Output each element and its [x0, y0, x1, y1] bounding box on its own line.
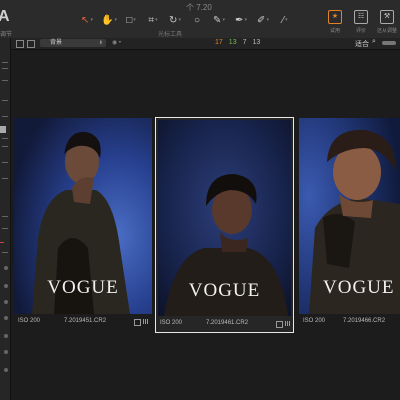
left-tool-strip — [0, 38, 11, 400]
adjust-icon[interactable]: A — [0, 8, 10, 26]
count-total[interactable]: 13 — [253, 39, 261, 46]
slider-knob[interactable] — [4, 368, 8, 372]
rating-button[interactable]: ☷ 评价 — [352, 10, 370, 34]
divider — [2, 80, 8, 81]
divider — [2, 252, 8, 253]
count-grey[interactable]: 7 — [243, 39, 247, 46]
trial-button[interactable]: ★ 试用 — [326, 10, 344, 34]
divider — [2, 62, 8, 63]
top-toolbar: A 调节 个 7.20 ↖ ▾ ✋ ▾ □ ▾ ⌗ ▾ ↻ ▾ ○ ✎ ▾ ✒ ▾ ✐ ▾ ⁄ ▾… — [0, 0, 400, 39]
circle-tool-icon[interactable]: ○ — [188, 12, 206, 28]
tools-icon: ⚒ — [380, 10, 394, 24]
trial-label: 试用 — [329, 28, 340, 34]
pan-tool-icon[interactable]: ✋ ▾ — [100, 12, 118, 28]
pointer-tool-icon[interactable]: ↖ ▾ — [78, 12, 96, 28]
browser-filter-bar: 背景 ⬍ ◉ • 17 13 7 13 适合 ⌕ — [10, 38, 400, 50]
count-green[interactable]: 13 — [229, 39, 237, 46]
divider — [2, 178, 8, 179]
divider — [2, 216, 8, 217]
slider-knob[interactable] — [4, 300, 8, 304]
thumbnail-meta: ISO 200 7.2019466.CR2 — [303, 318, 400, 328]
iso-value: ISO 200 — [160, 320, 183, 326]
pen-tool-icon[interactable]: ✒ ▾ — [232, 12, 250, 28]
photo-image[interactable]: VOGUE — [158, 120, 291, 316]
crop-tool-icon[interactable]: ⌗ ▾ — [144, 12, 162, 28]
brush-tool-icon[interactable]: ✎ ▾ — [210, 12, 228, 28]
cursor-tool-group: ↖ ▾ ✋ ▾ □ ▾ ⌗ ▾ ↻ ▾ ○ ✎ ▾ ✒ ▾ ✐ ▾ ⁄ ▾ — [78, 12, 294, 28]
divider — [2, 138, 8, 139]
slider-knob[interactable] — [4, 334, 8, 338]
view-mode-icon[interactable] — [27, 40, 35, 48]
adjustment-button[interactable]: ⚒ 还从调整 — [377, 10, 398, 34]
filter-options[interactable]: ◉ • — [112, 39, 121, 46]
rating-icon: ☷ — [354, 10, 368, 24]
adjust-label: 调节 — [0, 32, 13, 38]
select-checkbox[interactable] — [276, 321, 283, 328]
zoom-icon[interactable]: ⌕ — [372, 38, 376, 46]
photo-image[interactable]: VOGUE — [14, 118, 152, 314]
select-checkbox[interactable] — [134, 319, 141, 326]
rating-label: 评价 — [355, 28, 366, 34]
filename: 7.2019451.CR2 — [64, 318, 107, 324]
slider-knob[interactable] — [4, 316, 8, 320]
filename: 7.2019466.CR2 — [343, 318, 386, 324]
red-indicator — [0, 242, 4, 243]
cursor-tools-label: 光标工具 — [158, 32, 183, 38]
image-browser: VOGUE ISO 200 7.2019451.CR2 VOGUE ISO 20… — [11, 50, 400, 400]
grid-icon[interactable] — [143, 319, 148, 324]
divider — [2, 116, 8, 117]
divider — [2, 162, 8, 163]
select-tool-icon[interactable]: □ ▾ — [122, 12, 140, 28]
thumbnail-3[interactable]: VOGUE ISO 200 7.2019466.CR2 — [299, 118, 400, 384]
filename: 7.2019461.CR2 — [206, 320, 249, 326]
divider — [2, 228, 8, 229]
adjustment-label: 还从调整 — [377, 28, 398, 34]
slider-knob[interactable] — [4, 350, 8, 354]
slider-knob[interactable] — [4, 266, 8, 270]
star-icon: ★ — [328, 10, 342, 24]
color-tag-counts: 17 13 7 13 — [215, 39, 260, 46]
vogue-wordmark: VOGUE — [323, 277, 395, 298]
rotate-tool-icon[interactable]: ↻ ▾ — [166, 12, 184, 28]
chevron-down-icon: ⬍ — [98, 40, 103, 46]
right-tool-group: ★ 试用 ☷ 评价 ⚒ 还从调整 — [326, 10, 398, 34]
filter-icon[interactable] — [16, 40, 24, 48]
zoom-slider[interactable] — [382, 41, 396, 45]
vogue-wordmark: VOGUE — [188, 280, 261, 301]
eyedropper-tool-icon[interactable]: ✐ ▾ — [254, 12, 272, 28]
slider-knob[interactable] — [4, 284, 8, 288]
count-orange[interactable]: 17 — [215, 39, 223, 46]
thumbnail-meta: ISO 200 7.2019451.CR2 — [18, 318, 148, 328]
divider — [2, 68, 8, 69]
thumbnail-1[interactable]: VOGUE ISO 200 7.2019451.CR2 — [14, 118, 152, 384]
collection-select[interactable]: 背景 ⬍ — [40, 39, 106, 47]
divider — [2, 146, 8, 147]
thumbnail-2[interactable]: VOGUE ISO 200 7.2019461.CR2 — [155, 117, 294, 333]
thumbnail-meta: ISO 200 7.2019461.CR2 — [160, 320, 290, 330]
fit-label[interactable]: 适合 — [355, 39, 369, 49]
grid-icon[interactable] — [285, 321, 290, 326]
divider — [2, 100, 8, 101]
photo-image[interactable]: VOGUE — [299, 118, 400, 314]
iso-value: ISO 200 — [18, 318, 41, 324]
panel-tab[interactable] — [0, 126, 6, 133]
vogue-wordmark: VOGUE — [47, 277, 119, 298]
gradient-tool-icon[interactable]: ⁄ ▾ — [276, 12, 294, 28]
iso-value: ISO 200 — [303, 318, 326, 324]
